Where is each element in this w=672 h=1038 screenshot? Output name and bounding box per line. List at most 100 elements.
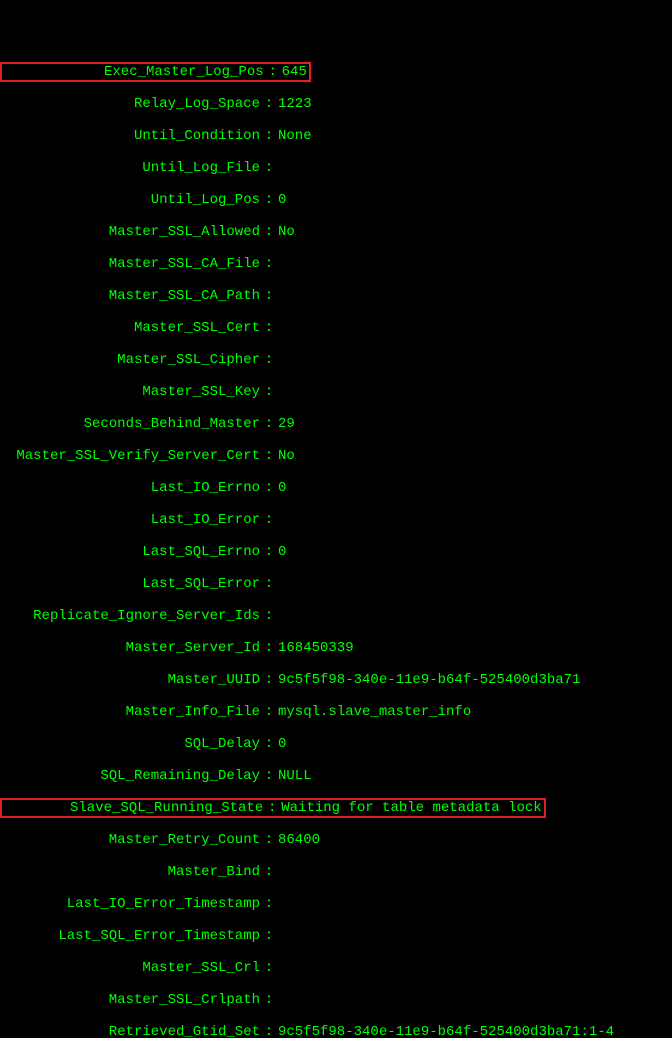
value: No [278, 448, 295, 464]
row-master-info-file: Master_Info_File:mysql.slave_master_info [0, 704, 672, 720]
sep: : [260, 736, 278, 752]
label: Replicate_Ignore_Server_Ids [0, 608, 260, 624]
label: Last_IO_Error_Timestamp [0, 896, 260, 912]
value: 29 [278, 416, 295, 432]
row-master-ssl-ca-file: Master_SSL_CA_File: [0, 256, 672, 272]
label: Last_SQL_Error_Timestamp [0, 928, 260, 944]
row-seconds-behind-master: Seconds_Behind_Master:29 [0, 416, 672, 432]
sep: : [260, 992, 278, 1008]
sep: : [260, 512, 278, 528]
row-last-io-error: Last_IO_Error: [0, 512, 672, 528]
value: mysql.slave_master_info [278, 704, 471, 720]
row-replicate-ignore-server-ids: Replicate_Ignore_Server_Ids: [0, 608, 672, 624]
value: 645 [282, 64, 307, 80]
row-master-ssl-cert: Master_SSL_Cert: [0, 320, 672, 336]
label: Master_Retry_Count [0, 832, 260, 848]
row-sql-delay: SQL_Delay:0 [0, 736, 672, 752]
sep: : [260, 672, 278, 688]
sep: : [260, 864, 278, 880]
sep: : [260, 704, 278, 720]
label: Master_SSL_Crlpath [0, 992, 260, 1008]
row-last-io-errno: Last_IO_Errno:0 [0, 480, 672, 496]
label: Master_SSL_Crl [0, 960, 260, 976]
label: Last_SQL_Error [0, 576, 260, 592]
label: Master_UUID [0, 672, 260, 688]
row-retrieved-gtid-set: Retrieved_Gtid_Set:9c5f5f98-340e-11e9-b6… [0, 1024, 672, 1038]
sep: : [260, 960, 278, 976]
sep: : [260, 160, 278, 176]
row-master-ssl-key: Master_SSL_Key: [0, 384, 672, 400]
sep: : [260, 576, 278, 592]
label: Slave_SQL_Running_State [4, 800, 263, 816]
label: Master_Bind [0, 864, 260, 880]
row-until-log-file: Until_Log_File: [0, 160, 672, 176]
value: 0 [278, 544, 286, 560]
label: Master_SSL_Key [0, 384, 260, 400]
row-until-condition: Until_Condition:None [0, 128, 672, 144]
row-master-bind: Master_Bind: [0, 864, 672, 880]
label: Until_Log_File [0, 160, 260, 176]
sep: : [260, 384, 278, 400]
sep: : [260, 192, 278, 208]
value: 86400 [278, 832, 320, 848]
sep: : [260, 416, 278, 432]
sep: : [263, 800, 281, 816]
sep: : [260, 1024, 278, 1038]
sep: : [260, 608, 278, 624]
label: Until_Condition [0, 128, 260, 144]
value: 9c5f5f98-340e-11e9-b64f-525400d3ba71 [278, 672, 580, 688]
row-slave-sql-running-state: Slave_SQL_Running_State:Waiting for tabl… [0, 800, 672, 816]
label: Master_SSL_CA_File [0, 256, 260, 272]
value: 0 [278, 192, 286, 208]
row-master-ssl-crlpath: Master_SSL_Crlpath: [0, 992, 672, 1008]
label: Master_SSL_Verify_Server_Cert [0, 448, 260, 464]
row-master-retry-count: Master_Retry_Count:86400 [0, 832, 672, 848]
value: 0 [278, 736, 286, 752]
row-master-ssl-ca-path: Master_SSL_CA_Path: [0, 288, 672, 304]
value: 9c5f5f98-340e-11e9-b64f-525400d3ba71:1-4 [278, 1024, 614, 1038]
label: Master_SSL_Allowed [0, 224, 260, 240]
sep: : [260, 352, 278, 368]
label: Master_SSL_Cipher [0, 352, 260, 368]
label: Until_Log_Pos [0, 192, 260, 208]
row-relay-log-space: Relay_Log_Space:1223 [0, 96, 672, 112]
row-master-server-id: Master_Server_Id:168450339 [0, 640, 672, 656]
sep: : [260, 224, 278, 240]
label: Master_Info_File [0, 704, 260, 720]
label: Exec_Master_Log_Pos [4, 64, 264, 80]
value: 168450339 [278, 640, 354, 656]
sep: : [260, 320, 278, 336]
sep: : [260, 544, 278, 560]
sep: : [260, 896, 278, 912]
sep: : [260, 768, 278, 784]
sep: : [260, 128, 278, 144]
label: Relay_Log_Space [0, 96, 260, 112]
sep: : [260, 928, 278, 944]
sep: : [260, 448, 278, 464]
label: Master_SSL_CA_Path [0, 288, 260, 304]
label: Last_IO_Errno [0, 480, 260, 496]
value: 0 [278, 480, 286, 496]
value: None [278, 128, 312, 144]
label: Seconds_Behind_Master [0, 416, 260, 432]
sep: : [260, 640, 278, 656]
value: No [278, 224, 295, 240]
row-master-ssl-allowed: Master_SSL_Allowed:No [0, 224, 672, 240]
row-last-sql-errno: Last_SQL_Errno:0 [0, 544, 672, 560]
row-master-uuid: Master_UUID:9c5f5f98-340e-11e9-b64f-5254… [0, 672, 672, 688]
label: SQL_Remaining_Delay [0, 768, 260, 784]
row-master-ssl-cipher: Master_SSL_Cipher: [0, 352, 672, 368]
value: NULL [278, 768, 312, 784]
sep: : [260, 480, 278, 496]
label: Retrieved_Gtid_Set [0, 1024, 260, 1038]
label: Master_Server_Id [0, 640, 260, 656]
value: 1223 [278, 96, 312, 112]
label: Last_IO_Error [0, 512, 260, 528]
value: Waiting for table metadata lock [281, 800, 541, 816]
row-master-ssl-verify-server-cert: Master_SSL_Verify_Server_Cert:No [0, 448, 672, 464]
row-sql-remaining-delay: SQL_Remaining_Delay:NULL [0, 768, 672, 784]
sep: : [260, 832, 278, 848]
row-last-sql-error: Last_SQL_Error: [0, 576, 672, 592]
row-last-sql-error-timestamp: Last_SQL_Error_Timestamp: [0, 928, 672, 944]
row-exec-master-log-pos: Exec_Master_Log_Pos:645 [0, 64, 672, 80]
